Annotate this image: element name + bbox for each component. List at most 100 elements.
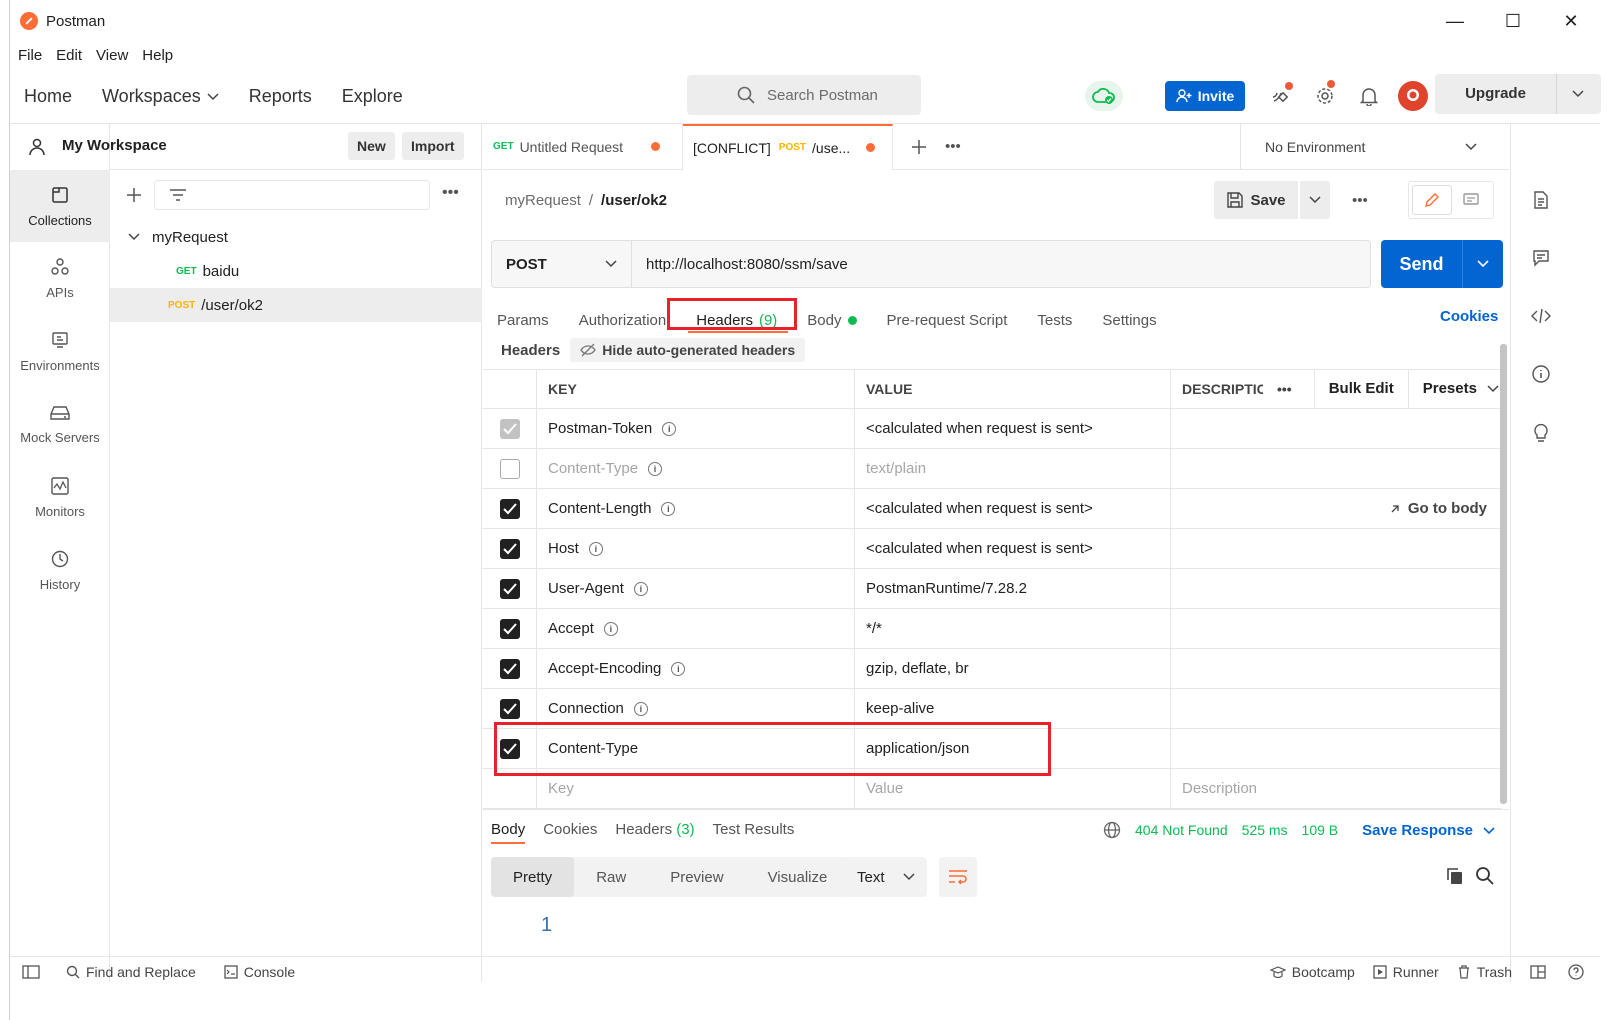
wrap-lines-button[interactable] [939,857,977,897]
status-code[interactable]: 404 Not Found [1135,822,1228,838]
menu-file[interactable]: File [18,47,42,64]
environment-select[interactable]: No Environment [1240,124,1509,170]
notifications-button[interactable] [1347,76,1391,116]
header-description[interactable] [1171,529,1501,569]
tab-settings[interactable]: Settings [1102,312,1156,329]
info-icon[interactable]: i [633,581,648,596]
nav-explore[interactable]: Explore [342,86,403,107]
copy-icon[interactable] [1445,866,1465,886]
format-pretty[interactable]: Pretty [491,857,575,897]
rail-apis[interactable]: APIs [10,242,110,314]
new-description-input[interactable]: Description [1171,769,1501,809]
info-button[interactable] [1511,354,1571,394]
response-size[interactable]: 109 B [1302,822,1339,838]
request-baidu[interactable]: GET baidu [110,254,482,288]
nav-home[interactable]: Home [24,86,72,107]
new-button[interactable]: New [348,132,395,160]
tab-authorization[interactable]: Authorization [579,312,667,329]
tab-untitled-request[interactable]: GET Untitled Request [483,123,683,170]
invite-button[interactable]: Invite [1165,81,1245,111]
response-tab-cookies[interactable]: Cookies [543,821,597,838]
go-to-body-link[interactable]: Go to body [1171,489,1501,529]
cookies-link[interactable]: Cookies [1440,308,1498,325]
row-checkbox[interactable] [483,608,537,649]
tab-tests[interactable]: Tests [1037,312,1072,329]
row-checkbox[interactable] [483,448,537,489]
tab-params[interactable]: Params [497,312,549,329]
documentation-button[interactable] [1511,180,1571,220]
rail-monitors[interactable]: Monitors [10,461,110,533]
avatar-button[interactable] [1391,76,1435,116]
header-description[interactable] [1171,569,1501,609]
header-description[interactable] [1171,449,1501,489]
header-description[interactable] [1171,649,1501,689]
header-description[interactable] [1171,729,1501,769]
header-description[interactable] [1171,689,1501,729]
workspace-name[interactable]: My Workspace [62,137,167,154]
minimize-button[interactable]: — [1426,0,1484,42]
filter-input[interactable] [154,180,430,210]
send-button[interactable]: Send [1381,240,1503,288]
edit-mode-button[interactable] [1412,185,1452,215]
two-pane-icon[interactable] [1530,964,1546,979]
info-icon[interactable]: i [633,701,648,716]
bootcamp-button[interactable]: Bootcamp [1269,964,1355,980]
settings-button[interactable] [1303,76,1347,116]
bulk-edit-button[interactable]: Bulk Edit [1313,369,1394,409]
row-checkbox[interactable] [483,528,537,569]
row-checkbox[interactable] [483,568,537,609]
documentation-mode-button[interactable] [1452,185,1490,215]
nav-reports[interactable]: Reports [249,86,312,107]
menu-help[interactable]: Help [142,47,173,64]
column-options-icon[interactable]: ••• [1277,381,1292,397]
lightbulb-button[interactable] [1511,412,1571,452]
console-button[interactable]: Console [224,964,295,980]
code-button[interactable] [1511,296,1571,336]
tab-prerequest-script[interactable]: Pre-request Script [887,312,1008,329]
find-and-replace-button[interactable]: Find and Replace [66,964,196,980]
vertical-scrollbar[interactable] [1500,344,1507,804]
upgrade-button[interactable]: Upgrade [1435,74,1601,114]
sync-status[interactable] [1085,81,1123,111]
info-icon[interactable]: i [588,541,603,556]
maximize-button[interactable]: ☐ [1484,0,1542,42]
info-icon[interactable]: i [662,421,677,436]
method-select[interactable]: POST [492,241,632,287]
header-description[interactable] [1171,609,1501,649]
save-button[interactable]: Save [1214,181,1298,219]
response-tab-body[interactable]: Body [491,821,526,844]
collection-myrequest[interactable]: myRequest [110,220,482,254]
presets-button[interactable]: Presets [1407,369,1499,409]
sidebar-toggle-icon[interactable] [22,964,40,979]
help-icon[interactable] [1568,963,1584,980]
request-user-ok2[interactable]: POST /user/ok2 [110,288,482,322]
import-button[interactable]: Import [402,132,464,160]
row-checkbox[interactable] [483,648,537,689]
row-checkbox[interactable] [483,488,537,529]
response-tab-headers[interactable]: Headers (3) [615,821,694,838]
header-description[interactable] [1171,409,1501,449]
search-icon[interactable] [1475,866,1495,886]
info-icon[interactable]: i [671,661,686,676]
satellite-button[interactable] [1259,76,1303,116]
breadcrumb-parent[interactable]: myRequest [505,192,581,209]
language-select[interactable]: Text [845,857,927,897]
trash-button[interactable]: Trash [1457,964,1512,980]
hide-auto-headers-button[interactable]: Hide auto-generated headers [570,338,806,362]
save-response-button[interactable]: Save Response [1362,822,1495,839]
nav-workspaces[interactable]: Workspaces [102,86,219,107]
upgrade-chevron-icon[interactable] [1557,90,1599,98]
tab-conflict-request[interactable]: [CONFLICT] POST /use... [683,123,893,170]
info-icon[interactable]: i [603,621,618,636]
tab-body[interactable]: Body [807,312,857,329]
url-input[interactable]: http://localhost:8080/ssm/save [632,255,848,273]
menu-view[interactable]: View [96,47,128,64]
response-tab-test-results[interactable]: Test Results [713,821,795,838]
close-button[interactable]: ✕ [1542,0,1600,42]
tab-more-icon[interactable]: ••• [945,138,961,155]
info-icon[interactable]: i [661,501,676,516]
rail-mock-servers[interactable]: Mock Servers [10,388,110,460]
info-icon[interactable]: i [648,461,663,476]
comments-button[interactable] [1511,238,1571,278]
format-preview[interactable]: Preview [648,857,745,897]
